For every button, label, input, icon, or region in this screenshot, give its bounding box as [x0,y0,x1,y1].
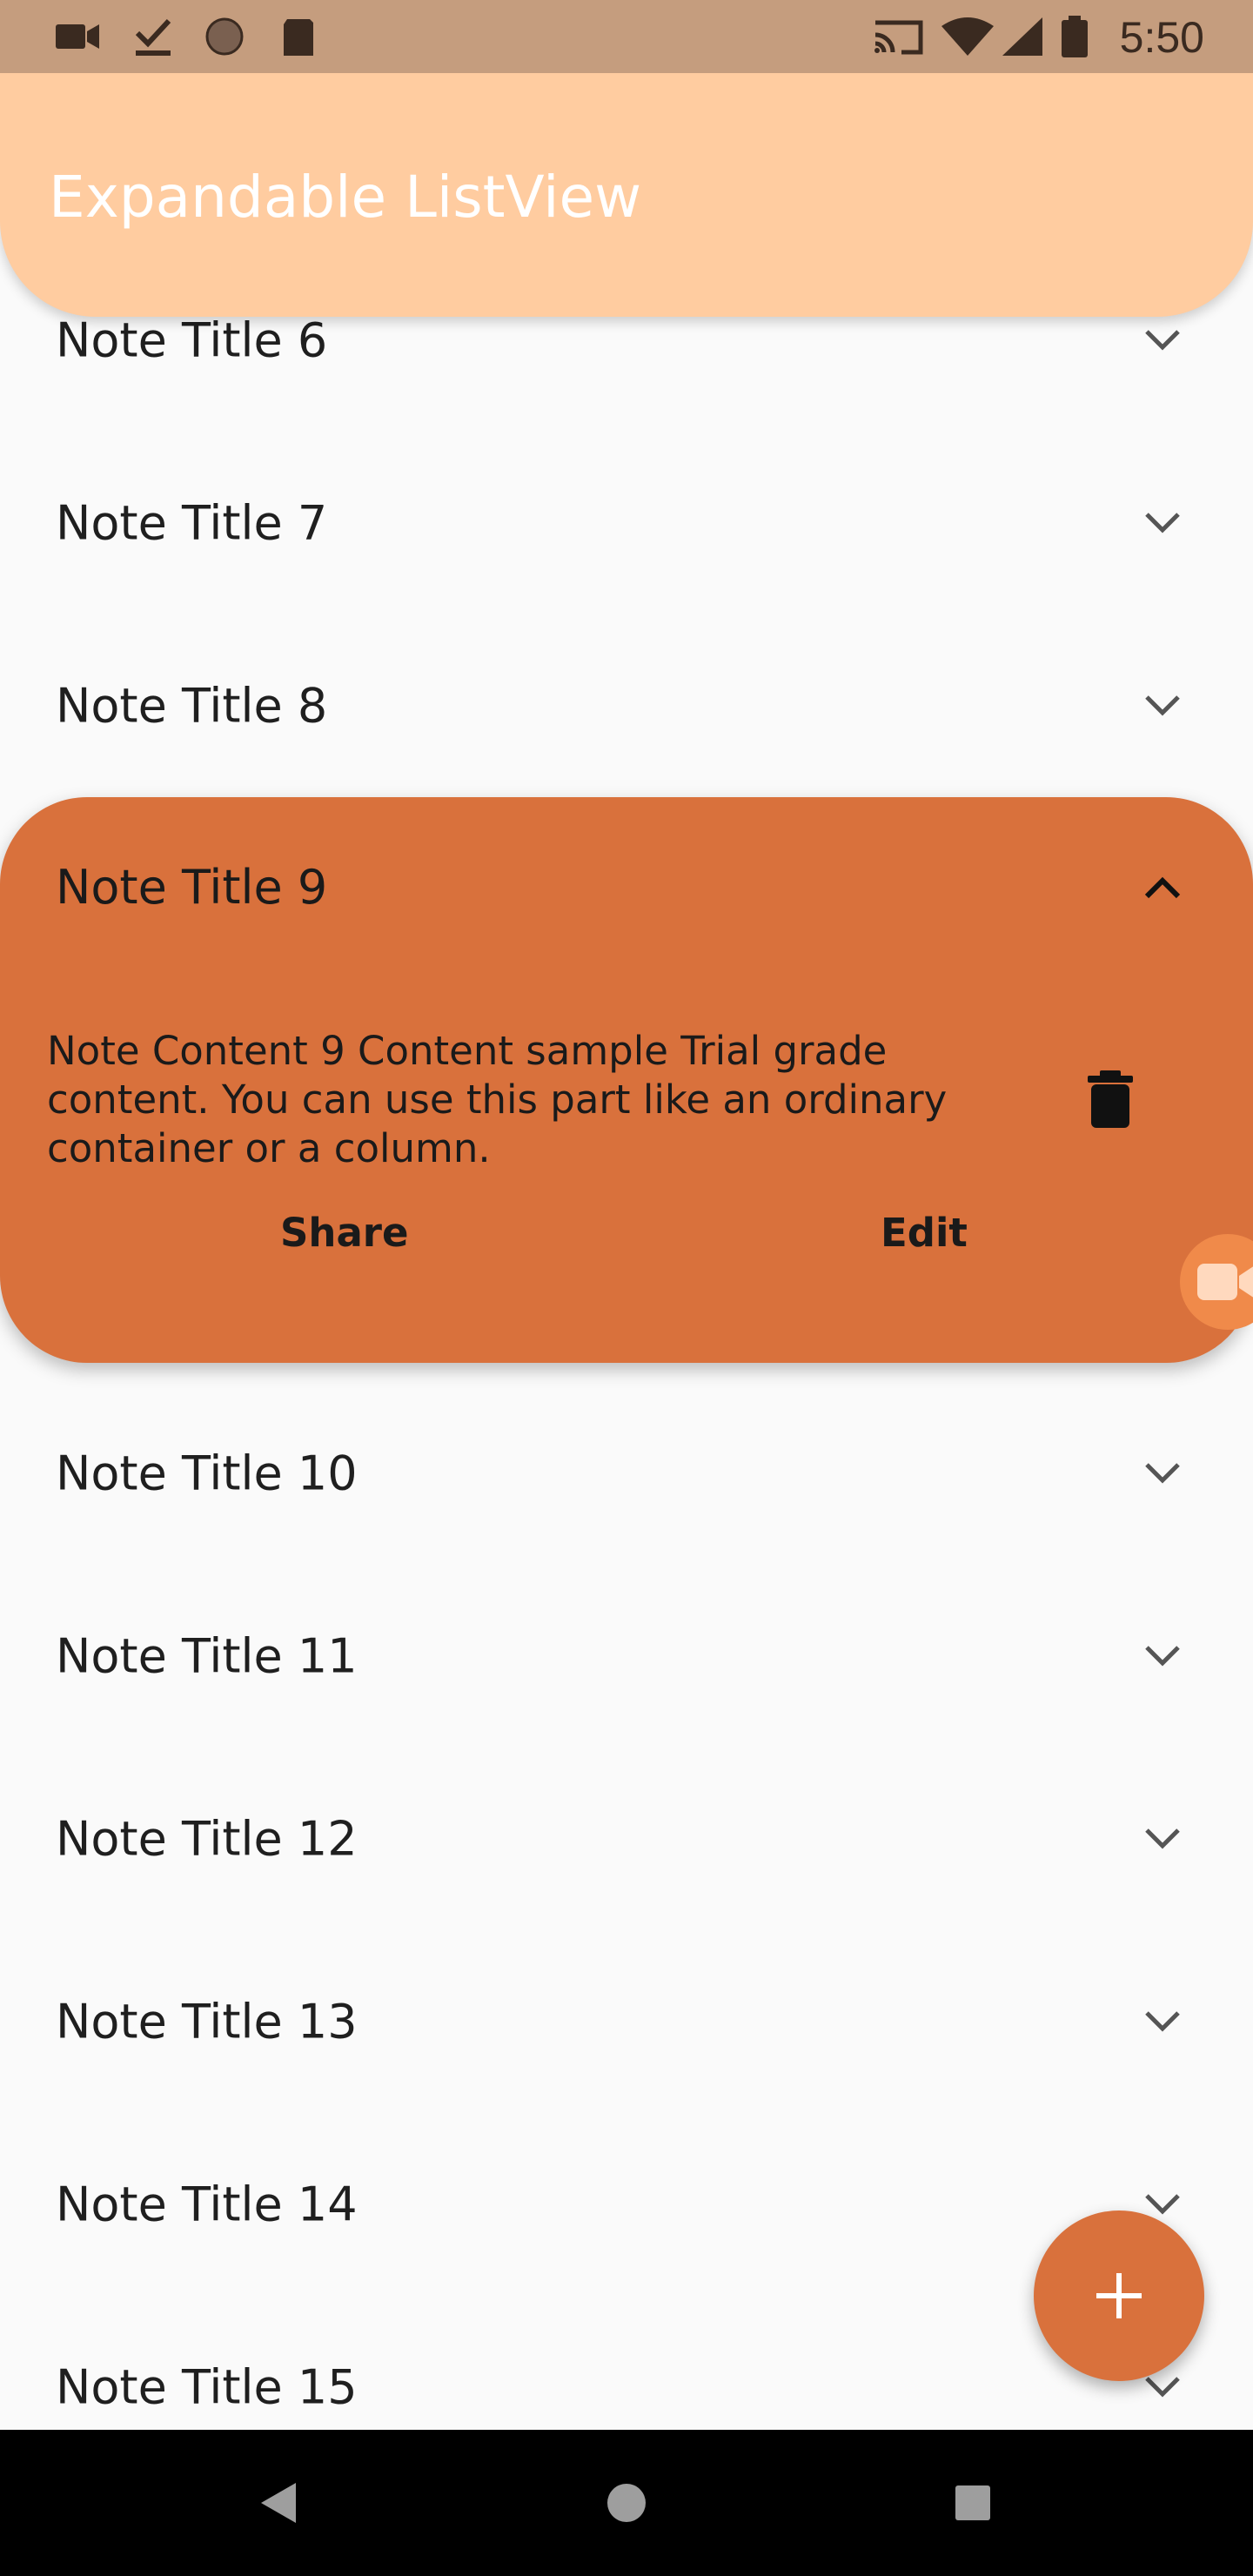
delete-icon[interactable] [1086,1069,1135,1130]
list-item[interactable]: Note Title 13 [0,1930,1253,2113]
list-item[interactable]: Note Title 12 [0,1748,1253,1930]
status-bar: 5:50 [0,0,1253,73]
battery-icon [1062,16,1088,57]
note-title: Note Title 10 [56,1446,358,1501]
home-icon[interactable] [606,2482,647,2524]
chevron-down-icon[interactable] [1143,2009,1182,2034]
list-item[interactable]: Note Title 8 [0,614,1253,797]
chevron-down-icon[interactable] [1143,1644,1182,1668]
back-icon[interactable] [259,2481,298,2525]
note-title: Note Title 15 [56,2359,358,2415]
sync-circle-icon [205,17,244,56]
note-title: Note Title 6 [56,312,328,368]
chevron-down-icon[interactable] [1143,694,1182,718]
app-bar: Expandable ListView [0,73,1253,317]
list-item[interactable]: Note Title 11 [0,1565,1253,1748]
note-title: Note Title 14 [56,2177,358,2232]
list-item[interactable]: Note Title 7 [0,432,1253,614]
note-title: Note Title 8 [56,678,328,734]
plus-icon [1096,2273,1142,2318]
edit-button[interactable]: Edit [881,1210,968,1256]
video-camera-icon [56,24,99,49]
page-title: Expandable ListView [49,164,642,231]
navigation-bar [0,2430,1253,2576]
share-button[interactable]: Share [280,1210,409,1256]
chevron-down-icon[interactable] [1143,2375,1182,2399]
wifi-icon [941,17,994,56]
note-title: Note Title 13 [56,1994,358,2049]
chevron-up-icon[interactable] [1143,875,1182,900]
video-camera-icon [1197,1264,1253,1300]
note-title: Note Title 11 [56,1628,358,1684]
chevron-down-icon[interactable] [1143,1827,1182,1851]
sd-card-icon [284,19,313,56]
signal-icon [1002,17,1042,56]
chevron-down-icon[interactable] [1143,1461,1182,1486]
expanded-note-card[interactable]: Note Title 9 Note Content 9 Content samp… [0,797,1253,1363]
chevron-down-icon[interactable] [1143,511,1182,535]
recents-icon[interactable] [954,2484,992,2522]
screen: Note Title 6 Note Title 7 Note Title 8 N… [0,0,1253,2576]
note-title: Note Title 12 [56,1811,358,1867]
chevron-down-icon[interactable] [1143,328,1182,352]
chevron-down-icon[interactable] [1143,2192,1182,2217]
status-time: 5:50 [1119,13,1204,62]
note-title: Note Title 9 [56,860,328,915]
note-content: Note Content 9 Content sample Trial grad… [47,1028,948,1171]
download-done-icon [135,18,171,56]
add-note-button[interactable] [1034,2210,1204,2381]
cast-icon [874,20,923,55]
list-item[interactable]: Note Title 10 [0,1382,1253,1565]
note-title: Note Title 7 [56,495,328,551]
